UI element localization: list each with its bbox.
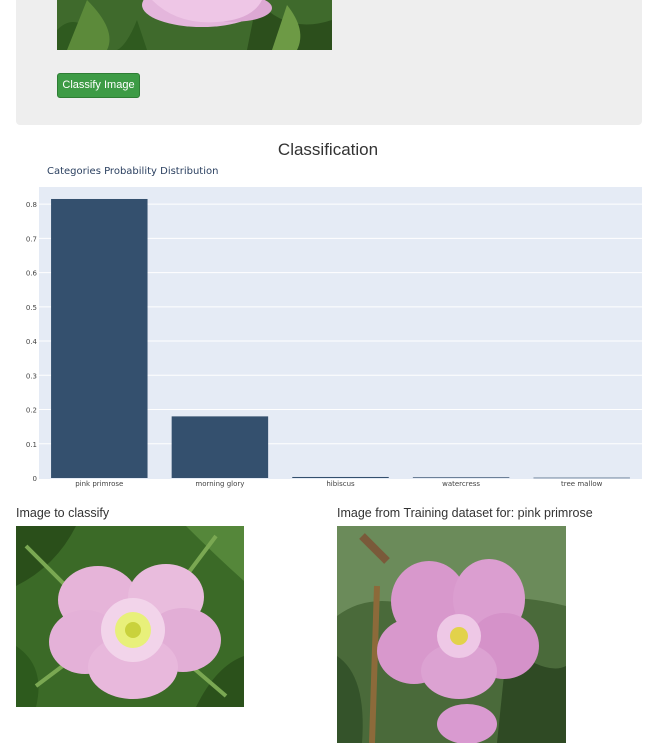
bar-morning-glory[interactable] xyxy=(171,416,269,478)
x-axis-ticks: pink primrose morning glory hibiscus waterc… xyxy=(75,480,602,488)
probability-bar-chart: 0 0.1 0.2 0.3 0.4 0.5 0.6 0.7 0.8 pink primrose m… xyxy=(26,187,642,488)
image-to-classify-label: Image to classify xyxy=(16,506,110,520)
x-tick-label: pink primrose xyxy=(75,480,123,488)
y-tick-label: 0.3 xyxy=(26,372,37,380)
y-tick-label: 0.2 xyxy=(26,407,37,415)
y-tick-label: 0.6 xyxy=(26,270,38,278)
y-tick-label: 0.5 xyxy=(26,304,37,312)
training-image-label: Image from Training dataset for: pink pr… xyxy=(337,506,593,520)
y-tick-label: 0 xyxy=(33,475,37,483)
y-tick-label: 0.7 xyxy=(26,235,37,243)
bar-hibiscus[interactable] xyxy=(292,476,389,478)
x-tick-label: morning glory xyxy=(195,480,244,488)
bar-watercress[interactable] xyxy=(412,477,510,478)
x-tick-label: tree mallow xyxy=(561,480,603,488)
upload-panel: Classify Image xyxy=(16,0,642,125)
bar-tree-mallow[interactable] xyxy=(533,477,630,479)
training-dataset-image xyxy=(337,526,566,743)
x-tick-label: watercress xyxy=(442,480,480,488)
section-title: Classification xyxy=(277,140,379,159)
x-tick-label: hibiscus xyxy=(326,480,355,488)
uploaded-image-preview xyxy=(57,0,332,50)
chart-title: Categories Probability Distribution xyxy=(47,166,219,177)
classify-image-button[interactable]: Classify Image xyxy=(57,73,140,98)
y-tick-label: 0.1 xyxy=(26,441,37,449)
y-tick-label: 0.8 xyxy=(26,201,37,209)
y-axis-ticks: 0 0.1 0.2 0.3 0.4 0.5 0.6 0.7 0.8 xyxy=(26,201,38,483)
bar-pink-primrose[interactable] xyxy=(51,198,148,478)
image-to-classify xyxy=(16,526,244,707)
y-tick-label: 0.4 xyxy=(26,338,38,346)
